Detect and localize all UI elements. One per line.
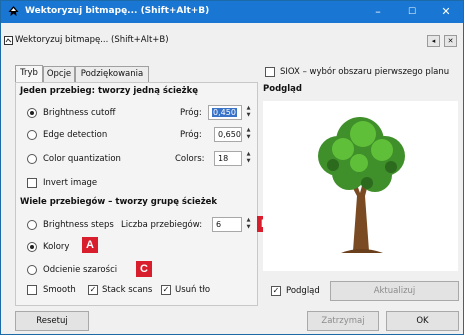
tree-preview-image xyxy=(318,117,405,253)
trace-bitmap-icon xyxy=(4,36,13,45)
preview-heading: Podgląd xyxy=(263,84,302,94)
brightness-threshold-field[interactable]: 0,450 xyxy=(208,105,242,120)
window-title: Wektoryzuj bitmapę... (Shift+Alt+B) xyxy=(25,6,210,16)
brightness-steps-label: Brightness steps xyxy=(43,220,114,230)
dialog-header: Wektoryzuj bitmapę... (Shift+Alt+B) ◂ ✕ xyxy=(1,34,463,48)
colors-field[interactable]: 18 xyxy=(214,151,242,166)
edge-detection-radio[interactable] xyxy=(27,130,37,140)
siox-label: SIOX – wybór obszaru pierwszego planu xyxy=(280,67,450,77)
colors-label: Colors: xyxy=(175,154,205,164)
badge-c: C xyxy=(136,261,152,277)
smooth-checkbox[interactable] xyxy=(27,285,37,295)
scans-value: 6 xyxy=(216,220,222,229)
colors-mode-label: Kolory xyxy=(43,242,70,252)
brightness-cutoff-label: Brightness cutoff xyxy=(43,108,116,118)
color-quantization-label: Color quantization xyxy=(43,154,121,164)
edge-threshold-label: Próg: xyxy=(180,130,202,140)
grays-label: Odcienie szarości xyxy=(43,265,118,275)
color-quantization-radio[interactable] xyxy=(27,154,37,164)
siox-checkbox[interactable] xyxy=(265,67,275,77)
edge-threshold-field[interactable]: 0,650 xyxy=(214,127,242,142)
tab-mode[interactable]: Tryb xyxy=(15,65,43,83)
inkscape-icon xyxy=(8,6,19,16)
scans-field[interactable]: 6 xyxy=(212,217,242,232)
dialog-window: Wektoryzuj bitmapę... (Shift+Alt+B) – ☐ … xyxy=(0,0,464,335)
invert-image-checkbox[interactable] xyxy=(27,178,37,188)
stack-scans-label: Stack scans xyxy=(102,285,153,295)
preview-check-label: Podgląd xyxy=(286,286,320,296)
reset-button[interactable]: Resetuj xyxy=(15,311,89,331)
refresh-button[interactable]: Aktualizuj xyxy=(330,281,459,301)
remove-background-label: Usuń tło xyxy=(175,285,211,295)
title-bar[interactable]: Wektoryzuj bitmapę... (Shift+Alt+B) – ☐ … xyxy=(1,1,463,23)
edge-detection-label: Edge detection xyxy=(43,130,108,140)
scans-stepper[interactable]: ▲ ▼ xyxy=(244,217,253,232)
maximize-button[interactable]: ☐ xyxy=(395,1,429,23)
colors-value: 18 xyxy=(218,154,229,163)
tab-credits[interactable]: Podziękowania xyxy=(75,66,149,82)
remove-background-checkbox[interactable]: ✓ xyxy=(161,285,171,295)
colors-radio[interactable] xyxy=(27,242,37,252)
brightness-threshold-stepper[interactable]: ▲ ▼ xyxy=(244,105,253,120)
multi-scan-heading: Wiele przebiegów – tworzy grupę ścieżek xyxy=(20,197,218,207)
stop-button[interactable]: Zatrzymaj xyxy=(307,311,379,331)
threshold-label: Próg: xyxy=(180,108,202,118)
edge-threshold-stepper[interactable]: ▲ ▼ xyxy=(244,127,253,142)
preview-checkbox[interactable]: ✓ xyxy=(271,286,281,296)
ok-button[interactable]: OK xyxy=(386,311,459,331)
badge-a: A xyxy=(82,237,98,253)
grays-radio[interactable] xyxy=(27,265,37,275)
single-scan-heading: Jeden przebieg: tworzy jedną ścieżkę xyxy=(20,86,199,96)
brightness-steps-radio[interactable] xyxy=(27,220,37,230)
colors-stepper[interactable]: ▲ ▼ xyxy=(244,151,253,166)
invert-image-label: Invert image xyxy=(43,178,98,188)
stack-scans-checkbox[interactable]: ✓ xyxy=(88,285,98,295)
dock-collapse-button[interactable]: ◂ xyxy=(427,35,440,47)
edge-threshold-value: 0,650 xyxy=(218,130,241,139)
dialog-title: Wektoryzuj bitmapę... (Shift+Alt+B) xyxy=(15,35,169,45)
brightness-threshold-value: 0,450 xyxy=(212,108,237,117)
scans-label: Liczba przebiegów: xyxy=(121,220,203,230)
brightness-cutoff-radio[interactable] xyxy=(27,108,37,118)
minimize-button[interactable]: – xyxy=(361,1,395,23)
smooth-label: Smooth xyxy=(43,285,76,295)
close-button[interactable]: ✕ xyxy=(429,1,463,23)
preview-area xyxy=(263,101,458,271)
tab-options[interactable]: Opcje xyxy=(43,66,75,82)
dock-close-button[interactable]: ✕ xyxy=(444,35,457,47)
